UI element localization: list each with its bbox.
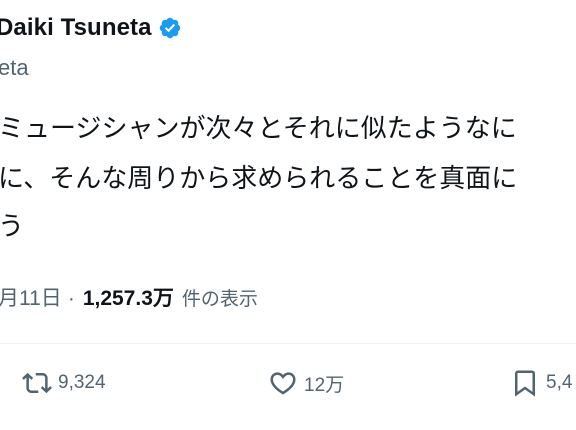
tweet-author-row: Daiki Tsuneta: [0, 14, 182, 42]
heart-icon: [270, 372, 296, 395]
like-button[interactable]: 12万: [268, 368, 344, 398]
author-handle[interactable]: eta: [0, 55, 29, 81]
retweet-button[interactable]: 9,324: [22, 368, 106, 398]
view-count: 1,257.3万: [82, 287, 174, 310]
tweet-date[interactable]: 月11日: [0, 282, 62, 312]
view-count-label: 件の表示: [181, 288, 258, 310]
verified-badge-icon[interactable]: [158, 16, 182, 40]
bookmark-button[interactable]: 5,4: [510, 368, 572, 398]
tweet-text-line-1: ミュージシャンが次々とそれに似たようなに: [0, 114, 517, 144]
author-name[interactable]: Daiki Tsuneta: [0, 14, 152, 42]
bookmark-count: 5,4: [546, 372, 573, 393]
meta-separator: ·: [67, 287, 75, 310]
retweet-icon: [22, 372, 52, 394]
like-count: 12万: [304, 374, 345, 396]
tweet-text-line-3: う: [0, 212, 25, 242]
divider: [0, 343, 576, 344]
retweet-count: 9,324: [58, 372, 106, 393]
bookmark-icon: [515, 370, 535, 397]
tweet-text-line-2: に、そんな周りから求められることを真面に: [0, 164, 518, 194]
tweet-meta-row: 月11日 · 1,257.3万 件の表示: [0, 282, 258, 312]
